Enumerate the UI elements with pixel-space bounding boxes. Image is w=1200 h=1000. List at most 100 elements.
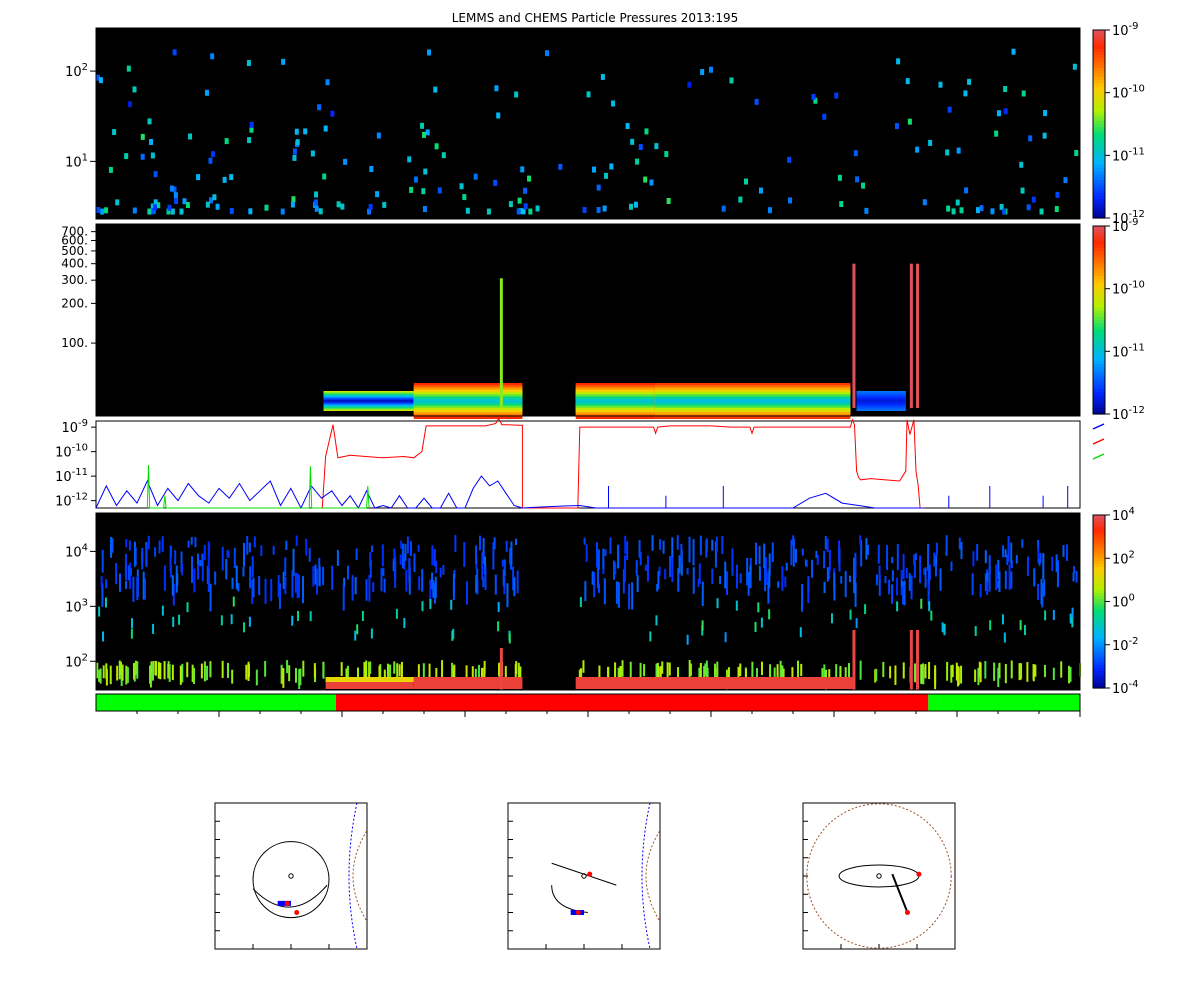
chems-pixel bbox=[630, 138, 635, 145]
lemms-ions-pixel bbox=[859, 660, 862, 680]
lemms-ions-pixel bbox=[118, 573, 121, 592]
lemms-ions-pixel bbox=[168, 664, 171, 682]
chems-pixel bbox=[247, 137, 252, 144]
orbit-frame bbox=[214, 802, 368, 950]
chems-pixel bbox=[96, 207, 101, 214]
lemms-ions-pixel bbox=[763, 543, 766, 569]
lemms-ions-pixel bbox=[305, 538, 308, 556]
lemms-ions-pixel bbox=[484, 556, 487, 567]
lemms-ions-pixel bbox=[154, 547, 157, 557]
chems-pixel bbox=[295, 139, 300, 146]
chems-pixel bbox=[1042, 132, 1047, 139]
lemms-ions-pixel bbox=[746, 557, 749, 586]
chems-pixel bbox=[947, 106, 952, 113]
chems-pixel bbox=[822, 113, 827, 120]
chems-pixel bbox=[382, 201, 387, 208]
lemms-pr-band bbox=[752, 398, 851, 404]
lemms-ions-pixel bbox=[823, 550, 826, 569]
lemms-ions-pixel bbox=[260, 545, 263, 556]
lemms-ions-pixel bbox=[510, 541, 513, 566]
lemms-ions-pixel bbox=[1042, 553, 1045, 580]
lemms-ions-pixel bbox=[132, 663, 135, 680]
chems-pixel bbox=[248, 208, 253, 215]
chems-pixel bbox=[427, 49, 432, 56]
lemms-ions-pixel bbox=[715, 536, 718, 552]
chems-pixel bbox=[420, 122, 425, 129]
lemms-ions-pixel bbox=[1004, 549, 1007, 558]
chems-ytick-label: 102 bbox=[65, 62, 88, 80]
lemms-ions-pixel bbox=[758, 565, 761, 581]
lemms-ions-pixel bbox=[609, 537, 612, 554]
lemms-ions-pixel bbox=[136, 577, 139, 601]
lemms-ions-pixel bbox=[297, 610, 300, 621]
chems-pixel bbox=[115, 199, 120, 206]
lemms-ions-pixel bbox=[203, 544, 206, 561]
lemms-ions-spike bbox=[852, 630, 856, 690]
chems-pixel bbox=[811, 93, 816, 100]
chems-pixel bbox=[368, 204, 373, 211]
lemms-ions-pixel bbox=[636, 575, 639, 593]
lemms-ions-pixel bbox=[1024, 625, 1027, 636]
lemms-ions-pixel bbox=[186, 602, 189, 613]
lemms-ions-pixel bbox=[225, 559, 228, 580]
lemms-ions-pixel bbox=[844, 570, 847, 598]
chems-pixel bbox=[140, 133, 145, 140]
chems-pixel bbox=[343, 158, 348, 165]
lemms-ions-pixel bbox=[726, 571, 729, 595]
lemms-ions-pixel bbox=[765, 557, 768, 571]
pressure-ytick-label: 10-12 bbox=[55, 492, 88, 510]
lemms-ions-pixel bbox=[971, 573, 974, 596]
lemms-ions-pixel bbox=[152, 623, 155, 634]
lemms-ions-pixel bbox=[626, 541, 629, 561]
position-marker bbox=[905, 910, 910, 915]
lemms-ions-pixel bbox=[705, 540, 708, 558]
lemms-ions-pixel bbox=[621, 660, 624, 677]
lemms-ions-pixel bbox=[288, 665, 291, 682]
chems-pixel bbox=[124, 153, 129, 160]
lemms-ions-pixel bbox=[815, 550, 818, 558]
chems-pixel bbox=[964, 187, 969, 194]
lemms-ions-pixel bbox=[382, 568, 385, 576]
lemms-ions-pixel bbox=[434, 576, 437, 599]
chems-pixel bbox=[853, 150, 858, 157]
orbit-plot-xy bbox=[214, 802, 368, 950]
lemms-ions-pixel bbox=[1015, 555, 1018, 564]
lemms-ions-pixel bbox=[342, 584, 345, 611]
chems-pixel bbox=[421, 131, 426, 138]
lemms-ions-pixel bbox=[431, 545, 434, 566]
position-marker bbox=[284, 900, 290, 906]
lemms-pr-band bbox=[323, 399, 414, 403]
lemms-ions-pixel bbox=[346, 565, 349, 580]
orbit-plot-yz bbox=[802, 802, 956, 950]
lemms-ions-pixel bbox=[277, 575, 280, 598]
pressure-panel-frame bbox=[95, 420, 1081, 509]
lemms-ions-pixel bbox=[1010, 660, 1013, 679]
lemms-ions-pixel bbox=[1002, 545, 1005, 558]
chems-pixel bbox=[1020, 187, 1025, 194]
chems-pixel bbox=[963, 90, 968, 97]
lemms-ions-pixel bbox=[596, 542, 599, 568]
lemms-ions-pixel bbox=[984, 661, 987, 679]
lemms-ions-pixel bbox=[754, 621, 757, 632]
lemms-ions-pixel bbox=[418, 576, 421, 591]
lemms-ions-pixel bbox=[701, 581, 704, 606]
lemms-ions-pixel bbox=[299, 668, 302, 686]
lemms-ions-pixel bbox=[928, 661, 931, 679]
lemms-ions-pixel bbox=[475, 545, 478, 564]
lemms-ions-pixel bbox=[206, 665, 209, 681]
lemms-ions-pixel bbox=[614, 562, 617, 575]
lemms-ions-pixel bbox=[930, 610, 933, 621]
chems-pixel bbox=[758, 187, 763, 194]
lemms-ions-pixel bbox=[231, 669, 234, 684]
lemms-ions-pixel bbox=[111, 538, 114, 553]
chems-pixel bbox=[603, 172, 608, 179]
lemms-ions-pixel bbox=[800, 663, 803, 676]
lemms-ions-pixel bbox=[865, 538, 868, 560]
chems-pixel bbox=[340, 203, 345, 210]
lemms-ions-pixel bbox=[193, 568, 196, 593]
lemms-ions-pixel bbox=[760, 661, 763, 676]
chems-pixel bbox=[229, 207, 234, 214]
lemms-ions-pixel bbox=[171, 575, 174, 596]
chems-pixel bbox=[545, 50, 550, 57]
lemms-ions-pixel bbox=[494, 574, 497, 595]
